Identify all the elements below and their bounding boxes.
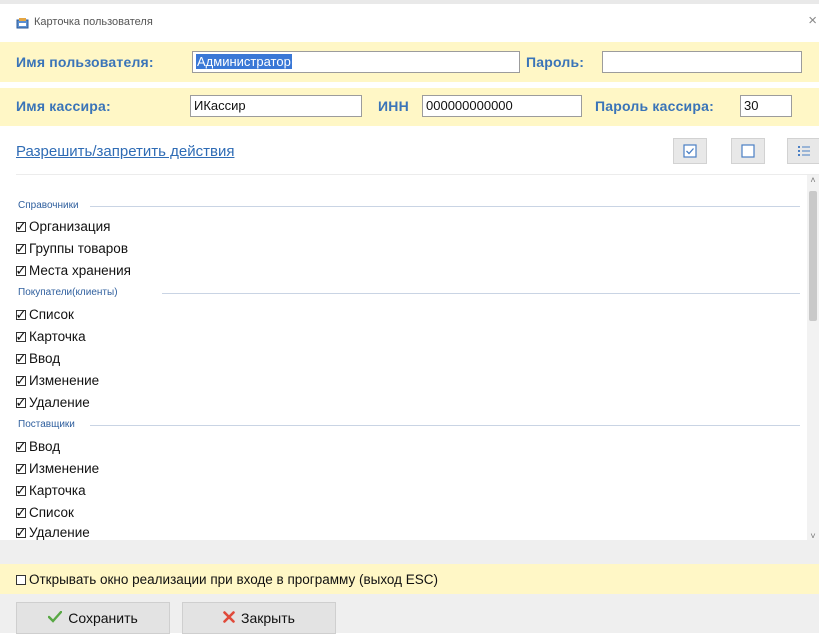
options-row: Открывать окно реализации при входе в пр…	[0, 564, 819, 594]
open-sales-window-label: Открывать окно реализации при входе в пр…	[29, 572, 439, 587]
list-scrollbar[interactable]: ˄ ˅	[807, 175, 819, 541]
cashier-password-label: Пароль кассира:	[595, 98, 714, 114]
cashier-name-field[interactable]: ИКассир	[190, 95, 362, 117]
checkbox-checked-icon: ✓	[16, 328, 27, 344]
toggle-permissions-link[interactable]: Разрешить/запретить действия	[16, 143, 234, 160]
checkbox-checked-icon: ✓	[16, 438, 27, 454]
permission-label: Список	[29, 505, 74, 520]
close-button-label: Закрыть	[241, 610, 295, 626]
permission-label: Изменение	[29, 373, 100, 388]
checkbox-checked-icon: ✓	[16, 504, 27, 520]
group-header-directories: Справочники	[18, 200, 79, 211]
permission-item[interactable]: ✓ Список	[16, 307, 74, 322]
group-header-customers: Покупатели(клиенты)	[18, 287, 118, 298]
permission-label: Организация	[29, 219, 111, 234]
permission-label: Список	[29, 307, 74, 322]
app-icon	[16, 18, 29, 29]
window-title: Карточка пользователя	[34, 16, 153, 28]
permission-item[interactable]: ✓ Карточка	[16, 483, 86, 498]
checkbox-checked-icon: ✓	[16, 460, 27, 476]
footer: Сохранить Закрыть	[0, 594, 819, 634]
permission-item[interactable]: ✓ Удаление	[16, 395, 90, 410]
checkbox-checked-icon	[683, 144, 697, 158]
title-bar: Карточка пользователя ×	[0, 0, 819, 38]
group-divider	[162, 293, 800, 294]
permissions-toolbar: Разрешить/запретить действия	[0, 130, 819, 172]
permission-item[interactable]: ✓ Места хранения	[16, 263, 131, 278]
permission-item[interactable]: ✓ Карточка	[16, 329, 86, 344]
close-window-icon[interactable]: ×	[808, 12, 817, 29]
permission-item[interactable]: ✓ Ввод	[16, 439, 60, 454]
username-value: Администратор	[196, 54, 292, 69]
list-icon	[798, 146, 810, 156]
separator-band	[0, 540, 819, 564]
checkbox-checked-icon: ✓	[16, 482, 27, 498]
permission-label: Карточка	[29, 483, 86, 498]
checkmark-icon	[48, 610, 63, 626]
checkbox-checked-icon: ✓	[16, 350, 27, 366]
uncheck-all-button[interactable]	[731, 138, 765, 164]
username-field[interactable]: Администратор	[192, 51, 520, 73]
permission-label: Места хранения	[29, 263, 131, 278]
permission-label: Удаление	[29, 525, 90, 540]
cashier-row: Имя кассира: ИКассир ИНН 000000000000 Па…	[0, 88, 819, 126]
cashier-password-field[interactable]: 30	[740, 95, 792, 117]
checkbox-empty-icon	[741, 144, 755, 158]
checkbox-checked-icon: ✓	[16, 524, 27, 540]
group-header-suppliers: Поставщики	[18, 419, 75, 430]
scroll-thumb[interactable]	[809, 191, 817, 321]
permission-label: Изменение	[29, 461, 100, 476]
permission-item[interactable]: ✓ Изменение	[16, 461, 99, 476]
permission-label: Ввод	[29, 351, 61, 366]
close-icon	[223, 610, 235, 626]
inn-field[interactable]: 000000000000	[422, 95, 582, 117]
group-divider	[90, 206, 800, 207]
checkbox-checked-icon: ✓	[16, 218, 27, 234]
checkbox-checked-icon: ✓	[16, 394, 27, 410]
permissions-list[interactable]: Справочники ✓ Организация ✓ Группы товаров…	[16, 174, 819, 541]
group-divider	[90, 425, 800, 426]
permission-label: Ввод	[29, 439, 61, 454]
checkbox-checked-icon: ✓	[16, 306, 27, 322]
permission-item[interactable]: ✓ Список	[16, 505, 74, 520]
check-all-button[interactable]	[673, 138, 707, 164]
checkbox-checked-icon: ✓	[16, 240, 27, 256]
close-button[interactable]: Закрыть	[182, 602, 336, 634]
permission-label: Карточка	[29, 329, 86, 344]
save-button-label: Сохранить	[68, 610, 138, 626]
permission-label: Удаление	[29, 395, 90, 410]
user-credentials-row: Имя пользователя: Администратор Пароль:	[0, 42, 819, 82]
permission-item[interactable]: ✓ Удаление	[16, 525, 90, 540]
inn-label: ИНН	[378, 98, 409, 114]
scroll-up-icon[interactable]: ˄	[808, 175, 818, 185]
title-bar-top-edge	[0, 0, 819, 4]
permission-item[interactable]: ✓ Изменение	[16, 373, 99, 388]
permission-label: Группы товаров	[29, 241, 128, 256]
permission-item[interactable]: ✓ Группы товаров	[16, 241, 128, 256]
cashier-name-label: Имя кассира:	[16, 98, 111, 114]
checkbox-checked-icon: ✓	[16, 372, 27, 388]
permission-item[interactable]: ✓ Ввод	[16, 351, 60, 366]
password-field[interactable]	[602, 51, 802, 73]
password-label: Пароль:	[526, 54, 585, 70]
checkbox-empty-icon	[16, 574, 26, 585]
permission-item[interactable]: ✓ Организация	[16, 219, 110, 234]
checkbox-checked-icon: ✓	[16, 262, 27, 278]
save-button[interactable]: Сохранить	[16, 602, 170, 634]
open-sales-window-checkbox[interactable]: Открывать окно реализации при входе в пр…	[16, 572, 438, 587]
username-label: Имя пользователя:	[16, 54, 154, 70]
list-view-button[interactable]	[787, 138, 819, 164]
